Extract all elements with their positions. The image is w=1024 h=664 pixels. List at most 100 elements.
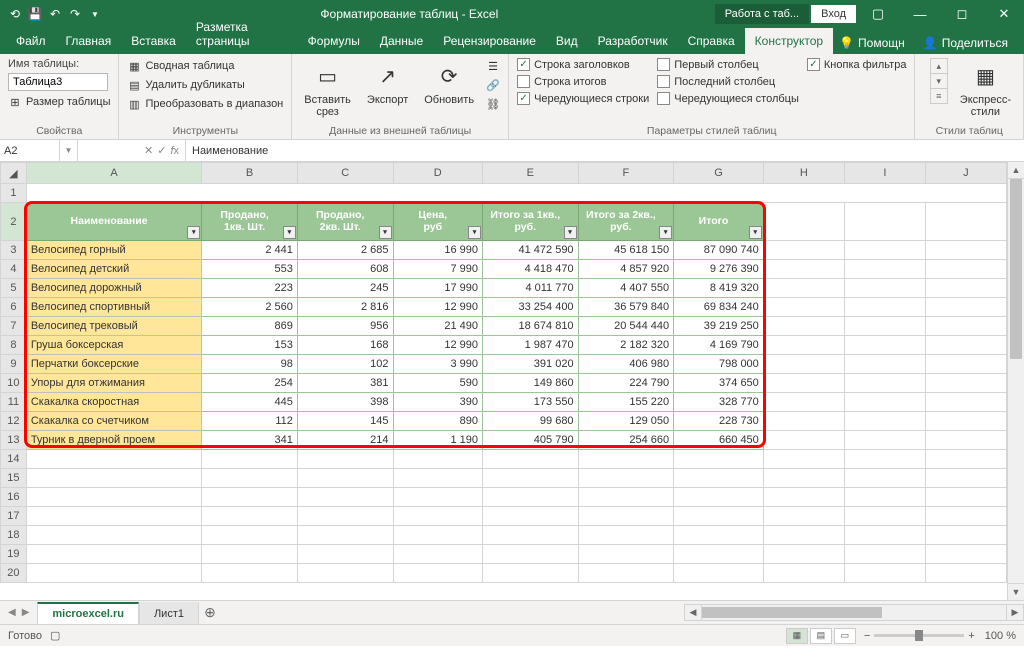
- convert-range-button[interactable]: ▥Преобразовать в диапазон: [127, 96, 283, 112]
- ribbon-options-icon[interactable]: ▢: [858, 0, 898, 28]
- table-cell[interactable]: 20 544 440: [578, 317, 674, 336]
- tell-me-button[interactable]: 💡Помощн: [833, 32, 911, 54]
- row-header[interactable]: 11: [1, 393, 27, 412]
- banded-rows-checkbox[interactable]: ✓Чередующиеся строки: [517, 92, 649, 105]
- sheet-tab-active[interactable]: microexcel.ru: [37, 602, 139, 624]
- table-cell[interactable]: 391 020: [482, 355, 578, 374]
- close-button[interactable]: ✕: [984, 0, 1024, 28]
- table-cell[interactable]: 1 987 470: [482, 336, 578, 355]
- table-cell[interactable]: 8 419 320: [674, 279, 764, 298]
- table-header-cell[interactable]: Итого за 1кв., руб.▾: [482, 203, 578, 241]
- tab-home[interactable]: Главная: [56, 28, 122, 54]
- table-cell[interactable]: 155 220: [578, 393, 674, 412]
- table-header-cell[interactable]: Продано, 1кв. Шт.▾: [202, 203, 298, 241]
- table-cell[interactable]: 398: [297, 393, 393, 412]
- resize-table-button[interactable]: ⊞Размер таблицы: [8, 94, 110, 110]
- table-cell[interactable]: Груша боксерская: [26, 336, 201, 355]
- minimize-button[interactable]: —: [900, 0, 940, 28]
- table-cell[interactable]: 129 050: [578, 412, 674, 431]
- col-header[interactable]: D: [393, 163, 482, 184]
- table-cell[interactable]: 2 816: [297, 298, 393, 317]
- table-cell[interactable]: 41 472 590: [482, 241, 578, 260]
- tab-help[interactable]: Справка: [678, 28, 745, 54]
- row-header[interactable]: 10: [1, 374, 27, 393]
- table-cell[interactable]: 98: [202, 355, 298, 374]
- horizontal-scrollbar[interactable]: ◀ ▶: [684, 604, 1024, 621]
- macro-record-icon[interactable]: ▢: [50, 629, 60, 642]
- row-header[interactable]: 7: [1, 317, 27, 336]
- table-cell[interactable]: 228 730: [674, 412, 764, 431]
- row-header[interactable]: 19: [1, 545, 27, 564]
- view-pagebreak-button[interactable]: ▭: [834, 628, 856, 644]
- col-header[interactable]: C: [297, 163, 393, 184]
- table-cell[interactable]: Скакалка со счетчиком: [26, 412, 201, 431]
- row-header[interactable]: 12: [1, 412, 27, 431]
- login-button[interactable]: Вход: [811, 5, 856, 23]
- table-cell[interactable]: 3 990: [393, 355, 482, 374]
- table-cell[interactable]: 173 550: [482, 393, 578, 412]
- col-header[interactable]: G: [674, 163, 764, 184]
- formula-input[interactable]: Наименование: [186, 140, 1024, 161]
- row-header[interactable]: 14: [1, 450, 27, 469]
- pivot-table-button[interactable]: ▦Сводная таблица: [127, 58, 283, 74]
- table-cell[interactable]: 17 990: [393, 279, 482, 298]
- qat-dropdown-icon[interactable]: ▼: [86, 5, 104, 23]
- col-header[interactable]: J: [925, 163, 1006, 184]
- row-header[interactable]: 9: [1, 355, 27, 374]
- table-header-cell[interactable]: Наименование▾: [26, 203, 201, 241]
- redo-icon[interactable]: ↷: [66, 5, 84, 23]
- filter-button-checkbox[interactable]: ✓Кнопка фильтра: [807, 58, 907, 71]
- table-cell[interactable]: 102: [297, 355, 393, 374]
- row-header[interactable]: 15: [1, 469, 27, 488]
- tab-view[interactable]: Вид: [546, 28, 588, 54]
- filter-dropdown-icon[interactable]: ▾: [659, 226, 672, 239]
- table-cell[interactable]: Упоры для отжимания: [26, 374, 201, 393]
- enter-formula-icon[interactable]: ✓: [157, 144, 166, 157]
- header-row-checkbox[interactable]: ✓Строка заголовков: [517, 58, 649, 71]
- table-cell[interactable]: 2 441: [202, 241, 298, 260]
- export-button[interactable]: ↗Экспорт: [363, 58, 412, 108]
- table-cell[interactable]: 149 860: [482, 374, 578, 393]
- table-name-input[interactable]: [8, 73, 108, 91]
- row-header[interactable]: 13: [1, 431, 27, 450]
- table-cell[interactable]: 245: [297, 279, 393, 298]
- filter-dropdown-icon[interactable]: ▾: [468, 226, 481, 239]
- table-header-cell[interactable]: Итого▾: [674, 203, 764, 241]
- table-cell[interactable]: 21 490: [393, 317, 482, 336]
- table-cell[interactable]: 798 000: [674, 355, 764, 374]
- share-button[interactable]: 👤Поделиться: [917, 32, 1014, 54]
- tab-formulas[interactable]: Формулы: [298, 28, 370, 54]
- col-header[interactable]: H: [763, 163, 844, 184]
- table-cell[interactable]: 153: [202, 336, 298, 355]
- zoom-slider[interactable]: [874, 634, 964, 637]
- table-cell[interactable]: Велосипед детский: [26, 260, 201, 279]
- col-header[interactable]: I: [844, 163, 925, 184]
- row-header[interactable]: 18: [1, 526, 27, 545]
- view-pagelayout-button[interactable]: ▤: [810, 628, 832, 644]
- row-header[interactable]: 3: [1, 241, 27, 260]
- sheet-nav-prev-icon[interactable]: ◀: [8, 607, 16, 618]
- table-cell[interactable]: 590: [393, 374, 482, 393]
- row-header[interactable]: 2: [1, 203, 27, 241]
- table-cell[interactable]: 45 618 150: [578, 241, 674, 260]
- fx-icon[interactable]: fx: [170, 145, 179, 157]
- tab-developer[interactable]: Разработчик: [588, 28, 678, 54]
- table-cell[interactable]: 4 169 790: [674, 336, 764, 355]
- table-cell[interactable]: 7 990: [393, 260, 482, 279]
- table-header-cell[interactable]: Продано, 2кв. Шт.▾: [297, 203, 393, 241]
- zoom-out-button[interactable]: −: [864, 630, 870, 642]
- worksheet-grid[interactable]: ◢ A B C D E F G H I J 1 2Наименование▾Пр…: [0, 162, 1007, 583]
- table-header-cell[interactable]: Итого за 2кв., руб.▾: [578, 203, 674, 241]
- table-cell[interactable]: 254: [202, 374, 298, 393]
- filter-dropdown-icon[interactable]: ▾: [187, 226, 200, 239]
- table-cell[interactable]: 445: [202, 393, 298, 412]
- refresh-button[interactable]: ⟳Обновить: [420, 58, 478, 108]
- table-cell[interactable]: 2 685: [297, 241, 393, 260]
- row-header[interactable]: 17: [1, 507, 27, 526]
- table-cell[interactable]: 99 680: [482, 412, 578, 431]
- save-icon[interactable]: 💾: [26, 5, 44, 23]
- table-cell[interactable]: 406 980: [578, 355, 674, 374]
- tab-pagelayout[interactable]: Разметка страницы: [186, 14, 298, 54]
- table-cell[interactable]: 4 011 770: [482, 279, 578, 298]
- cancel-formula-icon[interactable]: ✕: [144, 144, 153, 157]
